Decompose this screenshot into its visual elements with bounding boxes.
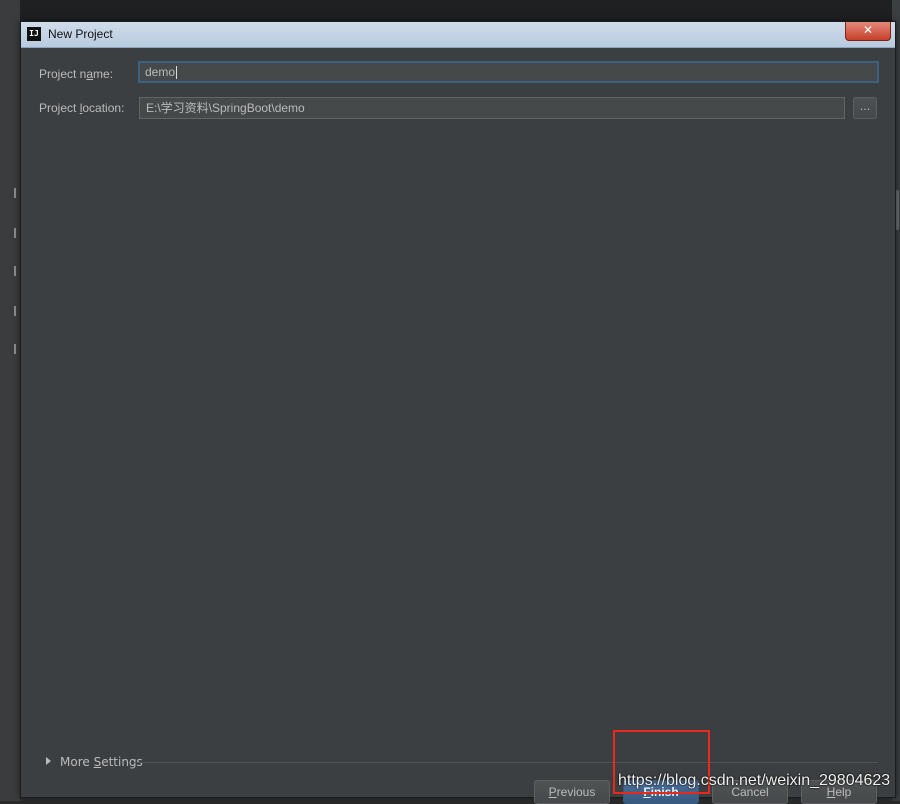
- dialog-titlebar[interactable]: IJ New Project ✕: [21, 22, 895, 48]
- project-location-input[interactable]: E:\学习资料\SpringBoot\demo: [139, 97, 845, 119]
- background-top-strip: [0, 0, 900, 22]
- dialog-content: Project name: demo Project location: E:\…: [26, 49, 890, 804]
- project-name-input[interactable]: demo: [138, 61, 879, 83]
- text-caret: [176, 66, 178, 80]
- browse-location-button[interactable]: ...: [853, 97, 877, 119]
- intellij-icon: IJ: [27, 27, 41, 41]
- project-name-label: Project name:: [39, 67, 114, 81]
- dialog-title: New Project: [48, 27, 113, 41]
- watermark-text: https://blog.csdn.net/weixin_29804623: [618, 772, 891, 789]
- expand-arrow-icon: [46, 757, 51, 765]
- close-icon: ✕: [862, 23, 874, 37]
- background-left-panel: [0, 0, 20, 801]
- more-settings-label: More Settings: [60, 755, 143, 769]
- previous-button[interactable]: Previous: [534, 780, 610, 804]
- new-project-dialog: IJ New Project ✕ Project name: demo Proj…: [20, 21, 896, 804]
- close-button[interactable]: ✕: [845, 22, 891, 41]
- project-location-label: Project location:: [39, 101, 125, 115]
- settings-separator: [134, 762, 878, 763]
